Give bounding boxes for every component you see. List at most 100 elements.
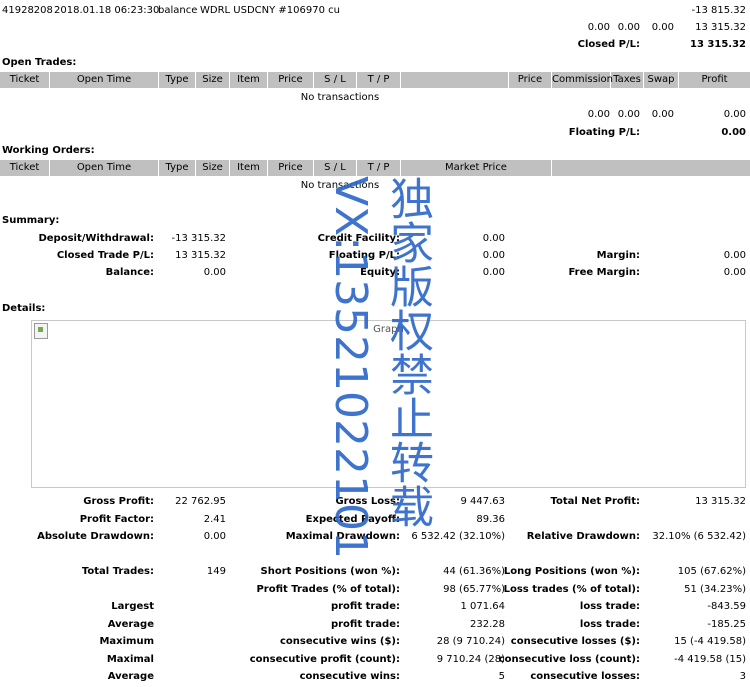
working-orders-title: Working Orders: [2, 145, 95, 156]
col-close-price: Price [509, 72, 552, 88]
summary-free-margin-value: 0.00 [723, 267, 746, 278]
relative-drawdown-label: Relative Drawdown: [526, 531, 640, 542]
open-subtotal-swap: 0.00 [651, 109, 674, 120]
average-consecutive-losses-label: consecutive losses: [530, 671, 640, 682]
watermark-contact: VX:13521022101 [325, 176, 376, 560]
max-consecutive-losses-label: consecutive losses ($): [510, 636, 640, 647]
absolute-drawdown-label: Absolute Drawdown: [37, 531, 154, 542]
gross-loss-value: 9 447.63 [460, 496, 505, 507]
open-trades-title: Open Trades: [2, 57, 77, 68]
col-price: Price [268, 72, 314, 88]
profit-factor-label: Profit Factor: [79, 514, 154, 525]
summary-title: Summary: [2, 215, 60, 226]
working-orders-header: Ticket Open Time Type Size Item Price S … [0, 160, 750, 176]
total-net-profit-value: 13 315.32 [695, 496, 746, 507]
max-consecutive-wins-value: 28 (9 710.24) [436, 636, 505, 647]
col-open-time: Open Time [50, 72, 159, 88]
average-profit-value: 232.28 [470, 619, 505, 630]
average-consecutive-wins-label: consecutive wins: [299, 671, 400, 682]
average-consecutive-losses-value: 3 [739, 671, 746, 682]
loss-trades-value: 51 (34.23%) [684, 584, 746, 595]
summary-balance-label: Balance: [105, 267, 154, 278]
closed-pl-label: Closed P/L: [577, 39, 640, 50]
col-item: Item [230, 72, 268, 88]
average-consecutive-wins-value: 5 [498, 671, 505, 682]
profit-factor-value: 2.41 [203, 514, 226, 525]
short-positions-value: 44 (61.36%) [443, 566, 505, 577]
maximal-consecutive-profit-label: consecutive profit (count): [249, 654, 400, 665]
wo-col-sl: S / L [314, 160, 357, 176]
wo-col-blank [552, 160, 750, 176]
summary-credit-value: 0.00 [482, 233, 505, 244]
summary-margin-label: Margin: [596, 250, 640, 261]
wo-col-market-price: Market Price [401, 160, 552, 176]
col-type: Type [159, 72, 196, 88]
largest-profit-value: 1 071.64 [460, 601, 505, 612]
col-blank [401, 72, 509, 88]
wo-col-tp: T / P [357, 160, 401, 176]
maximal-drawdown-value: 6 532.42 (32.10%) [411, 531, 505, 542]
summary-margin-value: 0.00 [723, 250, 746, 261]
col-sl: S / L [314, 72, 357, 88]
average-consecutive-label: Average [107, 671, 154, 682]
long-positions-label: Long Positions (won %): [503, 566, 640, 577]
profit-trades-label: Profit Trades (% of total): [256, 584, 400, 595]
summary-free-margin-label: Free Margin: [568, 267, 640, 278]
max-consecutive-wins-label: consecutive wins ($): [279, 636, 400, 647]
average-label: Average [107, 619, 154, 630]
absolute-drawdown-value: 0.00 [203, 531, 226, 542]
relative-drawdown-value: 32.10% (6 532.42) [652, 531, 746, 542]
max-consecutive-losses-value: 15 (-4 419.58) [674, 636, 746, 647]
top-amount: -13 815.32 [691, 5, 746, 16]
top-subtotal-swap: 0.00 [651, 22, 674, 33]
average-loss-value: -185.25 [707, 619, 746, 630]
col-swap: Swap [644, 72, 679, 88]
largest-loss-value: -843.59 [707, 601, 746, 612]
details-title: Details: [2, 303, 46, 314]
wo-col-type: Type [159, 160, 196, 176]
maximal-label: Maximal [106, 654, 154, 665]
wo-col-price: Price [268, 160, 314, 176]
profit-trades-value: 98 (65.77%) [443, 584, 505, 595]
gross-profit-value: 22 762.95 [175, 496, 226, 507]
wo-col-open-time: Open Time [50, 160, 159, 176]
maximal-consecutive-profit-value: 9 710.24 (28) [436, 654, 505, 665]
floating-pl-value: 0.00 [721, 127, 746, 138]
average-loss-label: loss trade: [579, 619, 640, 630]
wo-col-size: Size [196, 160, 230, 176]
loss-trades-label: Loss trades (% of total): [503, 584, 640, 595]
top-type: balance [158, 5, 198, 16]
largest-loss-label: loss trade: [579, 601, 640, 612]
watermark-copyright: 独家版权禁止转载 [382, 176, 433, 528]
summary-balance-value: 0.00 [203, 267, 226, 278]
top-subtotal-profit: 13 315.32 [695, 22, 746, 33]
open-trades-empty: No transactions [300, 92, 380, 103]
gross-profit-label: Gross Profit: [83, 496, 154, 507]
total-trades-value: 149 [206, 566, 226, 577]
long-positions-value: 105 (67.62%) [677, 566, 746, 577]
closed-pl-value: 13 315.32 [690, 39, 746, 50]
expected-payoff-value: 89.36 [476, 514, 505, 525]
col-commission: Commission [552, 72, 613, 88]
col-ticket: Ticket [0, 72, 50, 88]
wo-col-ticket: Ticket [0, 160, 50, 176]
col-profit: Profit [701, 74, 728, 85]
wo-col-item: Item [230, 160, 268, 176]
col-size: Size [196, 72, 230, 88]
average-profit-label: profit trade: [330, 619, 400, 630]
open-subtotal-profit: 0.00 [723, 109, 746, 120]
maximal-consecutive-loss-label: consecutive loss (count): [498, 654, 640, 665]
top-comment: WDRL USDCNY #106970 cu [200, 5, 340, 16]
col-taxes: Taxes [611, 72, 644, 88]
floating-pl-label: Floating P/L: [568, 127, 640, 138]
col-tp: T / P [357, 72, 401, 88]
largest-profit-label: profit trade: [330, 601, 400, 612]
summary-floating-value: 0.00 [482, 250, 505, 261]
summary-equity-value: 0.00 [482, 267, 505, 278]
short-positions-label: Short Positions (won %): [260, 566, 400, 577]
largest-label: Largest [111, 601, 154, 612]
open-trades-header: Ticket Open Time Type Size Item Price S … [0, 72, 750, 88]
maximal-consecutive-loss-value: -4 419.58 (15) [674, 654, 746, 665]
summary-closed-value: 13 315.32 [175, 250, 226, 261]
summary-closed-label: Closed Trade P/L: [56, 250, 154, 261]
